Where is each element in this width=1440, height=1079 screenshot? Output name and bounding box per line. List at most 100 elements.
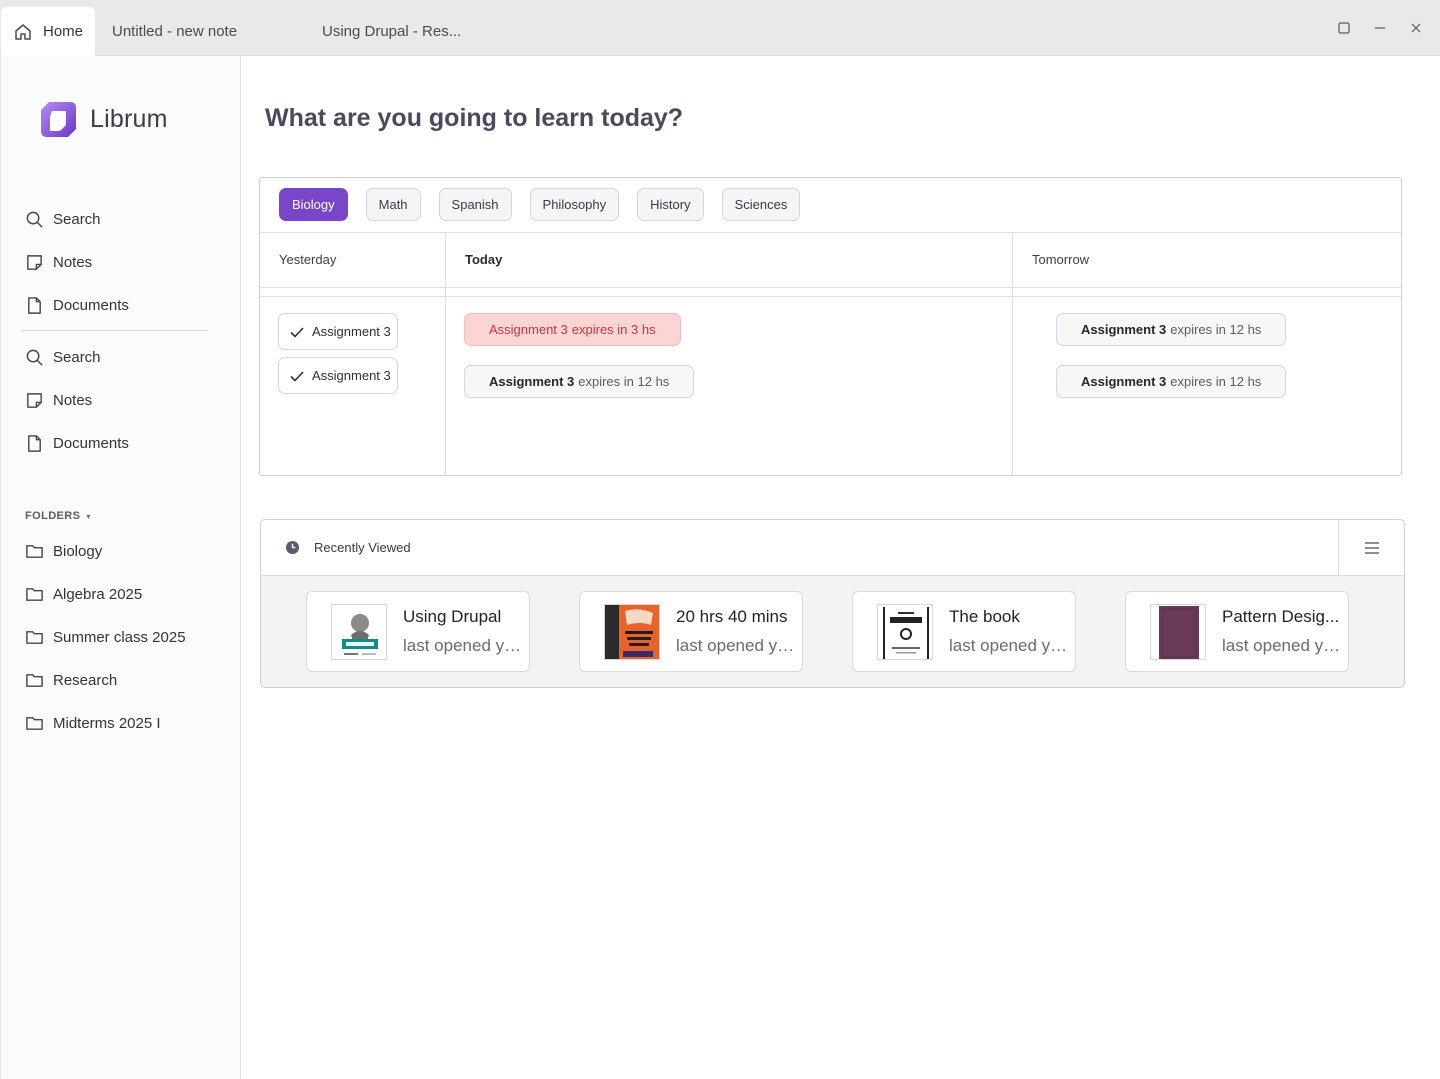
folder-item-biology[interactable]: Biology — [25, 538, 102, 564]
book-cover-image — [331, 604, 387, 660]
sidebar-item-search[interactable]: Search — [25, 206, 101, 232]
book-cover-image — [1150, 604, 1206, 660]
subject-chip-philosophy[interactable]: Philosophy — [529, 188, 620, 221]
book-cover-image — [604, 604, 660, 660]
recently-viewed-title: Recently Viewed — [285, 540, 411, 555]
folder-item-research[interactable]: Research — [25, 667, 117, 693]
urgent-task[interactable]: Assignment 3 expires in 3 hs — [464, 313, 681, 346]
home-icon — [15, 23, 31, 40]
recent-book-card[interactable]: Pattern Desig... last opened ye... — [1125, 591, 1349, 672]
subject-chip-math[interactable]: Math — [365, 188, 421, 221]
sidebar: Librum Search Notes Documents Search Not… — [0, 56, 241, 1079]
tab-untitled-note[interactable]: Untitled - new note — [112, 7, 237, 56]
folder-icon — [26, 716, 43, 730]
last-opened-text: last opened ye... — [676, 636, 800, 655]
folder-label: Algebra 2025 — [53, 585, 143, 603]
clock-icon — [285, 540, 300, 555]
folder-icon — [26, 587, 43, 601]
task[interactable]: Assignment 3 expires in 12 hs — [1056, 313, 1287, 346]
note-icon — [27, 254, 42, 270]
planner-divider — [260, 287, 1401, 288]
tab-home[interactable]: Home — [1, 7, 95, 56]
folders-title: FOLDERS — [25, 510, 81, 522]
search-icon — [26, 349, 43, 366]
title-bar: Home Untitled - new note Using Drupal - … — [0, 0, 1440, 56]
task-status: expires in 3 hs — [571, 322, 656, 337]
task-status: expires in 12 hs — [1170, 374, 1262, 389]
sidebar-divider — [21, 330, 208, 331]
close-button[interactable] — [1406, 18, 1426, 38]
minimize-button[interactable] — [1370, 18, 1390, 38]
task-name: Assignment 3 — [489, 374, 575, 389]
planner-divider — [260, 296, 1401, 297]
task-status: expires in 12 hs — [578, 374, 670, 389]
document-icon — [28, 434, 41, 452]
hamburger-menu-icon — [1364, 541, 1379, 554]
task[interactable]: Assignment 3 expires in 12 hs — [1056, 365, 1287, 398]
sidebar-item-documents-2[interactable]: Documents — [25, 430, 129, 456]
sidebar-item-notes[interactable]: Notes — [25, 249, 92, 275]
folder-label: Biology — [53, 542, 103, 560]
sidebar-item-label: Notes — [53, 391, 93, 409]
sidebar-item-label: Documents — [53, 434, 129, 452]
task-status: expires in 12 hs — [1170, 322, 1262, 337]
app-logo[interactable]: Librum — [40, 101, 168, 138]
app-name: Librum — [90, 105, 168, 133]
sidebar-item-documents[interactable]: Documents — [25, 292, 129, 318]
recently-viewed-label: Recently Viewed — [314, 540, 411, 555]
completed-task[interactable]: Assignment 3 — [278, 357, 398, 394]
book-cover-image — [877, 604, 933, 660]
folder-item-algebra-2025[interactable]: Algebra 2025 — [25, 581, 142, 607]
recent-book-card[interactable]: 20 hrs 40 mins last opened ye... — [579, 591, 803, 672]
task[interactable]: Assignment 3 expires in 12 hs — [464, 365, 695, 398]
task-label: Assignment 3 — [312, 368, 391, 383]
folder-item-midterms-2025[interactable]: Midterms 2025 I — [25, 710, 161, 736]
sidebar-item-label: Notes — [53, 253, 93, 271]
book-title: Using Drupal — [403, 607, 502, 626]
sidebar-item-label: Documents — [53, 296, 129, 314]
column-header-yesterday: Yesterday — [279, 252, 337, 267]
tab-label: Using Drupal - Res... — [322, 23, 462, 40]
menu-button[interactable] — [1338, 520, 1404, 575]
recent-book-card[interactable]: Using Drupal last opened ye... — [306, 591, 530, 672]
sidebar-item-search-2[interactable]: Search — [25, 344, 101, 370]
minimize-icon — [1375, 27, 1385, 29]
book-title: 20 hrs 40 mins — [676, 607, 788, 626]
task-name: Assignment 3 — [489, 322, 568, 337]
folder-label: Research — [53, 671, 118, 689]
folders-header[interactable]: FOLDERS ▾ — [25, 510, 91, 522]
recent-book-card[interactable]: The book last opened ye... — [852, 591, 1076, 672]
document-icon — [28, 296, 41, 314]
book-title: Pattern Desig... — [1222, 607, 1340, 626]
last-opened-text: last opened ye... — [1222, 636, 1346, 655]
subject-chip-spanish[interactable]: Spanish — [438, 188, 512, 221]
completed-task[interactable]: Assignment 3 — [278, 313, 398, 350]
note-icon — [27, 392, 42, 408]
tab-home-label: Home — [43, 23, 84, 40]
planner-divider — [260, 232, 1401, 233]
book-title: The book — [949, 607, 1020, 626]
sidebar-item-label: Search — [53, 348, 101, 366]
task-name: Assignment 3 — [1081, 374, 1167, 389]
maximize-icon — [1338, 22, 1350, 34]
tab-label: Untitled - new note — [112, 23, 238, 40]
folder-icon — [26, 630, 43, 644]
subject-chip-sciences[interactable]: Sciences — [721, 188, 801, 221]
last-opened-text: last opened ye... — [403, 636, 527, 655]
column-divider — [445, 232, 446, 476]
subject-filter-bar: Biology Math Spanish Philosophy History … — [279, 188, 818, 221]
librum-logo-icon — [41, 102, 76, 137]
folder-item-summer-class-2025[interactable]: Summer class 2025 — [25, 624, 186, 650]
maximize-button[interactable] — [1334, 18, 1354, 38]
tab-using-drupal[interactable]: Using Drupal - Res... — [322, 7, 461, 56]
search-icon — [26, 211, 43, 228]
folder-icon — [26, 544, 43, 558]
folder-label: Midterms 2025 I — [53, 714, 161, 732]
caret-down-icon: ▾ — [86, 511, 91, 521]
folder-label: Summer class 2025 — [53, 628, 186, 646]
subject-chip-biology[interactable]: Biology — [279, 188, 348, 221]
task-label: Assignment 3 — [312, 324, 391, 339]
subject-chip-history[interactable]: History — [637, 188, 704, 221]
task-name: Assignment 3 — [1081, 322, 1167, 337]
sidebar-item-notes-2[interactable]: Notes — [25, 387, 92, 413]
